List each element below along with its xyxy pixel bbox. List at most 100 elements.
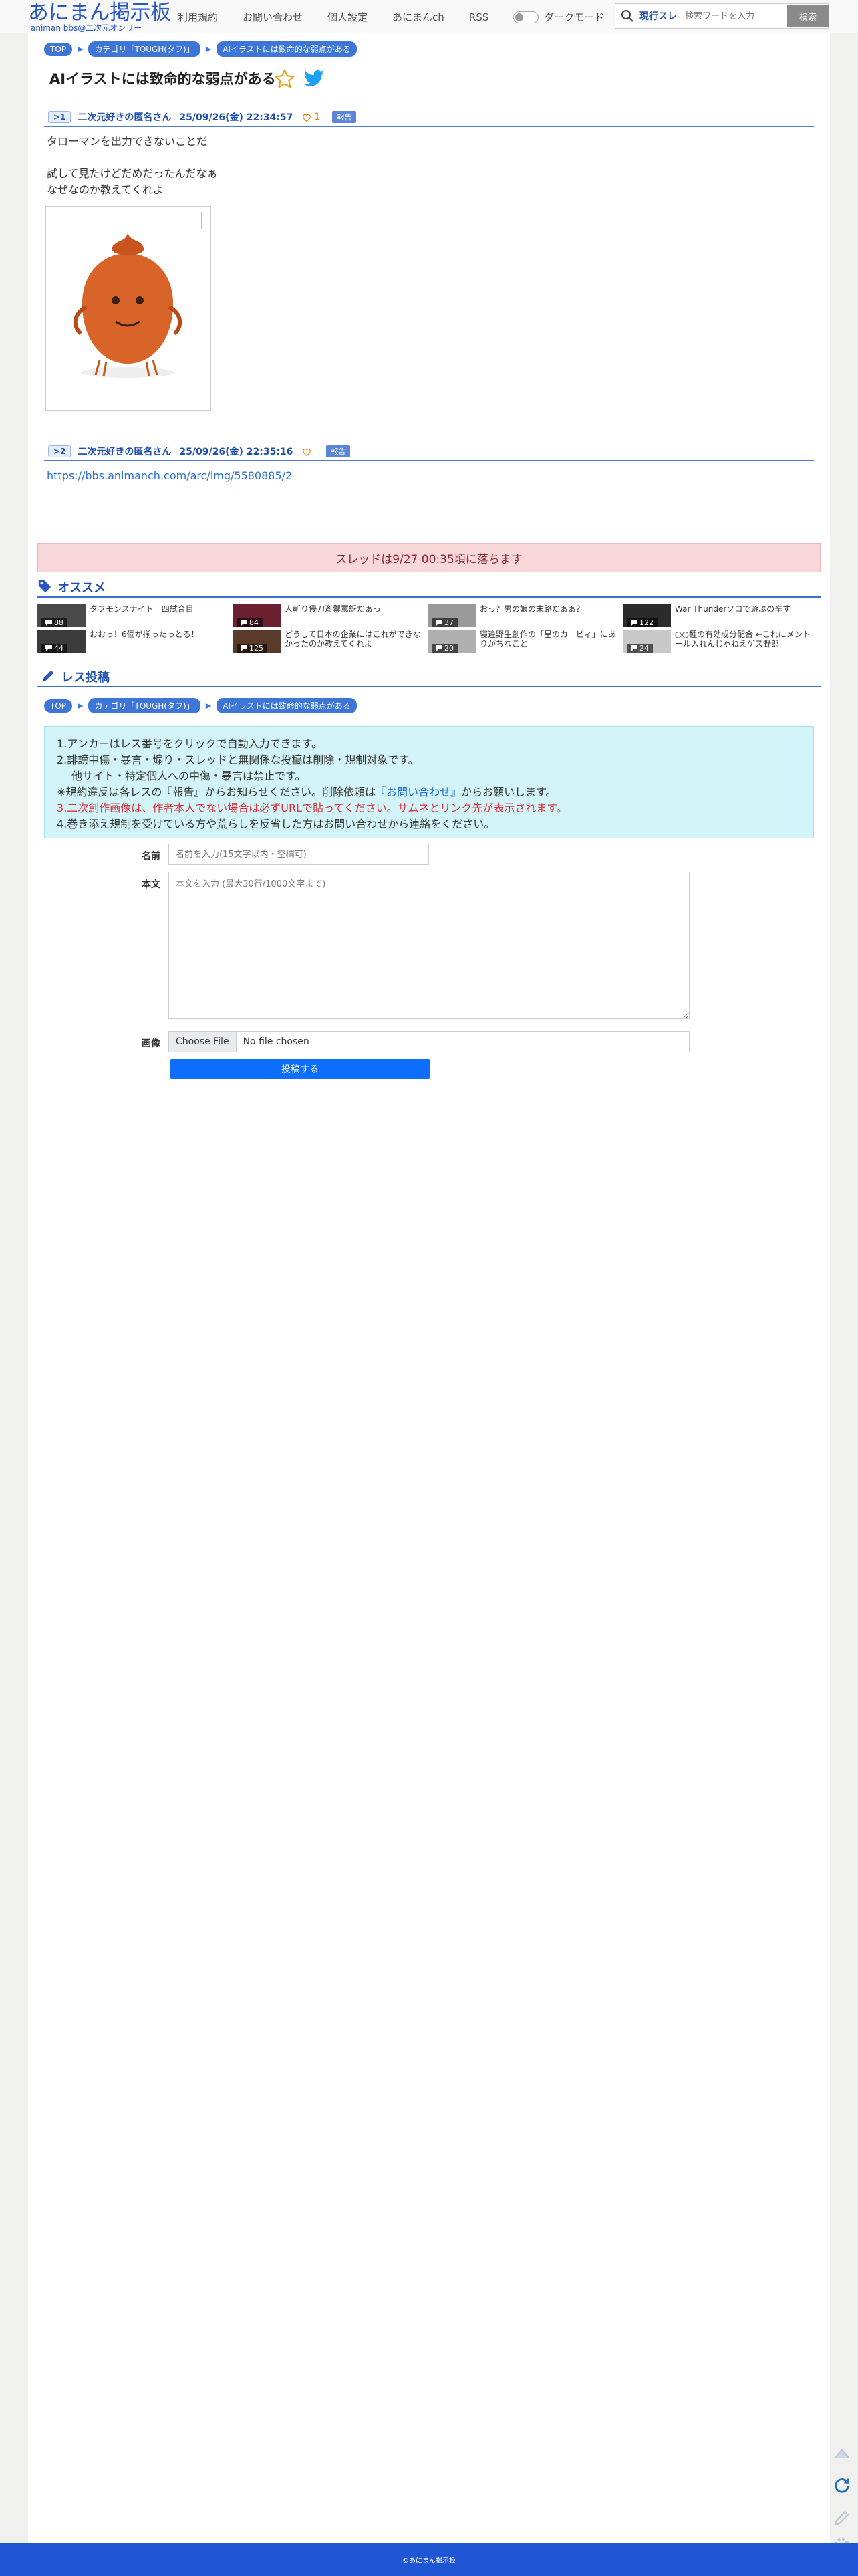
post-2-body: https://bbs.animanch.com/arc/img/5580885… <box>47 468 292 484</box>
guide-line: 他サイト・特定個人への中傷・暴言は禁止です。 <box>72 770 306 782</box>
breadcrumb-separator-icon: ▶ <box>205 45 212 53</box>
title-actions <box>274 68 325 92</box>
breadcrumb-thread[interactable]: AIイラストには致命的な弱点がある <box>217 41 357 57</box>
recommend-title[interactable]: おおっ！6個が揃ったっとる！ <box>90 630 230 639</box>
breadcrumb-thread[interactable]: AIイラストには致命的な弱点がある <box>217 698 357 713</box>
compose-button[interactable] <box>829 2504 855 2531</box>
site-logo[interactable]: あにまん掲示板 animan bbs@二次元オンリー <box>28 1 171 32</box>
recommend-item[interactable]: 24 ○○種の有効成分配合 ←これにメントール入れんじゃねえゲス野郎 <box>623 630 817 653</box>
recommend-thumbnail[interactable]: 20 <box>428 630 476 653</box>
breadcrumb-top[interactable]: TOP <box>44 42 73 56</box>
guide-text: ※規約違反は各レスの『報告』からお知らせください。削除依頼は <box>57 786 376 798</box>
reply-count: 84 <box>249 618 259 627</box>
recommend-title[interactable]: 寝違野生創作の「星のカービィ」にありがちなこと <box>480 630 620 649</box>
recommend-thumbnail[interactable]: 24 <box>623 630 671 653</box>
reply-count: 122 <box>639 618 654 627</box>
reply-count-badge: 37 <box>432 618 458 627</box>
heart-icon <box>303 114 311 122</box>
reply-count-badge: 24 <box>627 644 653 653</box>
recommend-title[interactable]: ○○種の有効成分配合 ←これにメントール入れんじゃねえゲス野郎 <box>675 630 815 649</box>
reload-button[interactable] <box>829 2472 855 2499</box>
site-header: あにまん掲示板 animan bbs@二次元オンリー 利用規約 お問い合わせ 個… <box>0 0 858 33</box>
post-form-heading: レス投稿 <box>61 671 110 685</box>
image-label: 画像 <box>142 1038 160 1049</box>
recommend-title[interactable]: タフモンスナイト 四試合目 <box>90 604 230 614</box>
recommend-title[interactable]: どうして日本の企業にはこれができなかったのか教えてくれよ <box>285 630 425 649</box>
search-scope-select[interactable]: 現行スレ <box>639 9 677 23</box>
dark-mode-toggle[interactable] <box>513 11 539 23</box>
search-button[interactable]: 検索 <box>787 5 829 27</box>
recommend-title[interactable]: おっ？男の娘の末路だぁぁ？ <box>480 604 620 614</box>
recommend-item[interactable]: 20 寝違野生創作の「星のカービィ」にありがちなこと <box>428 630 621 653</box>
post-2-header: >2 二次元好きの匿名さん 25/09/26(金) 22:35:16 報告 <box>44 443 814 461</box>
post-image[interactable] <box>45 206 211 411</box>
breadcrumb-category[interactable]: カテゴリ「TOUGH(タフ)」 <box>88 41 200 57</box>
recommend-thumbnail[interactable]: 88 <box>37 604 86 627</box>
post-number[interactable]: >2 <box>48 445 72 457</box>
nav-animanch[interactable]: あにまんch <box>392 10 444 24</box>
main-nav: 利用規約 お問い合わせ 個人設定 あにまんch RSS ダークモード <box>178 10 604 24</box>
recommend-item[interactable]: 122 War Thunderソロで遊ぶの辛す <box>623 604 817 627</box>
comment-icon <box>436 645 442 651</box>
recommend-thumbnail[interactable]: 44 <box>37 630 86 653</box>
recommend-thumbnail[interactable]: 125 <box>233 630 281 653</box>
post-1-body: タローマンを出力できないことだ 試して見たけどだめだったんだなぁ なぜなのか教え… <box>47 134 218 198</box>
recommend-item[interactable]: 88 タフモンスナイト 四試合目 <box>37 604 231 627</box>
nav-settings[interactable]: 個人設定 <box>327 10 368 24</box>
search-icon <box>615 9 639 23</box>
recommend-item[interactable]: 37 おっ？男の娘の末路だぁぁ？ <box>428 604 621 627</box>
comment-icon <box>241 645 247 651</box>
post-image-illustration <box>73 212 202 378</box>
breadcrumb-top[interactable]: TOP <box>44 699 73 713</box>
recommend-thumbnail[interactable]: 37 <box>428 604 476 627</box>
reply-count: 88 <box>54 618 63 627</box>
recommend-item[interactable]: 125 どうして日本の企業にはこれができなかったのか教えてくれよ <box>233 630 426 653</box>
twitter-share-icon[interactable] <box>303 70 325 91</box>
nav-terms[interactable]: 利用規約 <box>178 10 218 24</box>
logo-title: あにまん掲示板 <box>28 1 171 25</box>
recommend-item[interactable]: 84 人斬り侵刀斎禦罵訝だぁっ <box>233 604 426 627</box>
name-field[interactable] <box>168 844 429 865</box>
recommend-thumbnail[interactable]: 84 <box>233 604 281 627</box>
nav-contact[interactable]: お問い合わせ <box>243 10 303 24</box>
post-line: 試して見たけどだめだったんだなぁ <box>47 167 218 180</box>
reload-icon <box>835 2478 849 2493</box>
site-footer: ©あにまん掲示板 <box>0 2543 858 2576</box>
reply-count: 125 <box>249 644 263 653</box>
post-author: 二次元好きの匿名さん <box>78 447 172 457</box>
recommend-title[interactable]: 人斬り侵刀斎禦罵訝だぁっ <box>285 604 425 614</box>
tag-icon <box>37 578 52 596</box>
comment-icon <box>436 620 442 626</box>
like-button[interactable] <box>302 447 314 456</box>
recommend-title[interactable]: War Thunderソロで遊ぶの辛す <box>675 604 815 614</box>
like-count: 1 <box>314 112 321 122</box>
recommend-item[interactable]: 44 おおっ！6個が揃ったっとる！ <box>37 630 231 653</box>
scroll-top-button[interactable] <box>829 2440 855 2467</box>
like-button[interactable]: 1 <box>302 112 320 122</box>
recommend-thumbnail[interactable]: 122 <box>623 604 671 627</box>
guide-line: ※規約違反は各レスの『報告』からお知らせください。削除依頼は『お問い合わせ』から… <box>57 784 801 800</box>
image-link[interactable]: https://bbs.animanch.com/arc/img/5580885… <box>47 469 292 482</box>
thread-expiry-notice: スレッドは9/27 00:35頃に落ちます <box>37 543 821 572</box>
page-title: AIイラストには致命的な弱点がある <box>49 71 276 87</box>
post-line-blank <box>47 150 218 166</box>
report-button[interactable]: 報告 <box>332 111 357 123</box>
breadcrumb: TOP ▶ カテゴリ「TOUGH(タフ)」 ▶ AIイラストには致命的な弱点があ… <box>44 41 357 57</box>
reply-count-badge: 20 <box>432 644 458 653</box>
report-button[interactable]: 報告 <box>326 445 351 457</box>
favorite-star-icon[interactable] <box>274 68 295 92</box>
body-textarea[interactable] <box>168 872 690 1019</box>
choose-file-button[interactable]: Choose File <box>169 1032 237 1052</box>
breadcrumb-category[interactable]: カテゴリ「TOUGH(タフ)」 <box>88 698 200 713</box>
contact-link[interactable]: 『お問い合わせ』 <box>376 786 461 798</box>
post-date: 25/09/26(金) 22:34:57 <box>179 112 293 123</box>
main-content: TOP ▶ カテゴリ「TOUGH(タフ)」 ▶ AIイラストには致命的な弱点があ… <box>28 33 830 2543</box>
guide-line: 4.巻き添え規制を受けている方や荒らしを反省した方はお問い合わせから連絡をくださ… <box>57 818 495 830</box>
image-file-input[interactable]: Choose File No file chosen <box>168 1031 690 1052</box>
submit-post-button[interactable]: 投稿する <box>170 1059 430 1079</box>
nav-rss[interactable]: RSS <box>469 11 488 23</box>
reply-count: 20 <box>444 644 454 653</box>
post-number[interactable]: >1 <box>48 111 72 123</box>
file-status: No file chosen <box>243 1036 309 1047</box>
post-form-header: レス投稿 <box>37 667 821 687</box>
